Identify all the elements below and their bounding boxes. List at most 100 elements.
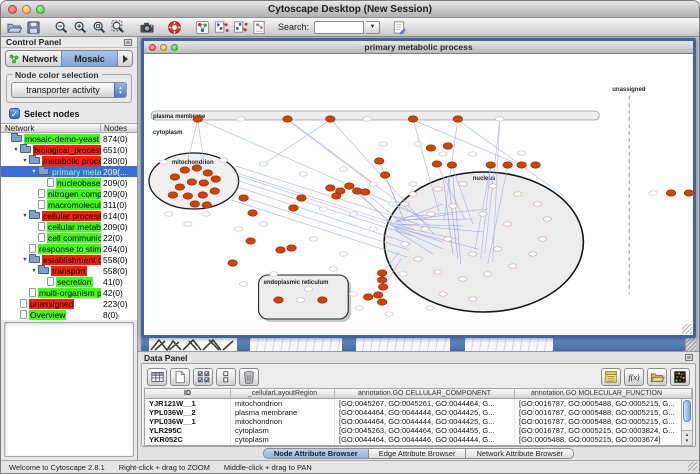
network-node[interactable] [198, 192, 208, 198]
expand-triangle-icon[interactable]: ▼ [21, 158, 29, 164]
resize-grip-icon[interactable] [682, 324, 692, 334]
close-window-icon[interactable] [8, 5, 17, 14]
network-node[interactable] [211, 176, 221, 182]
network-node[interactable] [332, 193, 342, 199]
float-panel-icon[interactable] [124, 39, 132, 46]
network-node[interactable] [380, 172, 390, 178]
node-color-select[interactable]: transporter activity ▲▼ [11, 82, 127, 98]
expand-triangle-icon[interactable]: ▼ [12, 147, 20, 153]
tab-edge-attribute-browser[interactable]: Edge Attribute Browser [369, 448, 467, 459]
zoom-selected-icon[interactable] [110, 19, 127, 35]
network-node[interactable] [486, 162, 496, 168]
behind-network-window[interactable] [356, 338, 450, 351]
tree-row-cellular-metabo[interactable]: cellular metabo209(0) [1, 221, 137, 232]
network-node[interactable] [326, 116, 336, 122]
tree-row-establishment-of-lo[interactable]: ▼establishment of lo558(0) [1, 254, 137, 265]
behind-network-window[interactable] [250, 338, 342, 351]
network-node[interactable] [246, 238, 256, 244]
unselect-all-attributes-icon[interactable] [216, 368, 236, 386]
network-node[interactable] [187, 179, 197, 185]
network-node[interactable] [287, 245, 297, 251]
network-node[interactable] [377, 277, 387, 283]
network-node[interactable] [283, 116, 293, 122]
minimize-view-icon[interactable] [160, 44, 167, 51]
network-node[interactable] [447, 162, 457, 168]
zoom-in-icon[interactable] [72, 19, 89, 35]
column-header[interactable]: annotation.GO CELLULAR_COMPONENT [335, 389, 515, 398]
layout-b-icon[interactable] [232, 19, 249, 35]
network-node[interactable] [377, 270, 387, 276]
network-node[interactable] [373, 292, 383, 298]
tree-row-multi-organism-pro[interactable]: multi-organism pro42(0) [1, 287, 137, 298]
network-node[interactable] [193, 116, 203, 122]
network-node[interactable] [377, 299, 387, 305]
network-node[interactable] [432, 161, 442, 167]
float-panel-icon[interactable] [685, 354, 693, 361]
network-node[interactable] [202, 202, 212, 208]
column-header[interactable]: annotation.GO MOLECULAR_FUNCTION [515, 389, 692, 398]
expand-triangle-icon[interactable]: ▼ [21, 213, 29, 219]
scrollbar-arrows[interactable]: ▲▼ [682, 430, 692, 445]
network-node[interactable] [248, 210, 258, 216]
network-node[interactable] [318, 297, 328, 303]
network-node[interactable] [175, 184, 185, 190]
network-node[interactable] [326, 185, 336, 191]
network-node[interactable] [276, 247, 286, 253]
network-window-titlebar[interactable]: primary metabolic process [144, 41, 693, 54]
zoom-view-icon[interactable] [171, 44, 178, 51]
network-node[interactable] [203, 170, 213, 176]
network-node[interactable] [531, 162, 541, 168]
tree-row-overview[interactable]: Overview8(0) [1, 309, 137, 320]
table-row[interactable]: YDR039C__1mitochondrion[GO:0044464, GO:0… [145, 444, 692, 446]
network-node[interactable] [183, 193, 193, 199]
network-node[interactable] [170, 174, 180, 180]
network-node[interactable] [192, 165, 202, 171]
network-column-header[interactable]: Network [1, 124, 101, 133]
select-nodes-checkbox[interactable] [9, 108, 20, 119]
tree-row-cellular-process[interactable]: ▼cellular process614(0) [1, 210, 137, 221]
open-file-icon[interactable] [6, 19, 23, 35]
network-node[interactable] [210, 188, 220, 194]
vizmapper-icon[interactable] [194, 19, 211, 35]
expand-triangle-icon[interactable]: ▼ [30, 268, 38, 274]
network-node[interactable] [168, 192, 178, 198]
network-canvas[interactable]: plasma membrane cytoplasm mitochondrion … [144, 54, 693, 335]
network-node[interactable] [666, 190, 676, 196]
network-node[interactable] [360, 189, 370, 195]
import-attributes-folder-icon[interactable] [647, 368, 667, 386]
tree-row-response-to-stimulu[interactable]: response to stimulu264(0) [1, 243, 137, 254]
zoom-out-icon[interactable] [53, 19, 70, 35]
select-all-attributes-icon[interactable] [193, 368, 213, 386]
network-node[interactable] [503, 162, 513, 168]
scrollbar-thumb[interactable] [683, 400, 691, 422]
search-config-icon[interactable] [391, 19, 408, 35]
tab-scroll-right[interactable] [118, 51, 132, 66]
select-attributes-icon[interactable] [147, 368, 167, 386]
zoom-window-icon[interactable] [36, 5, 45, 14]
network-node[interactable] [374, 158, 384, 164]
table-row[interactable]: YPL036W__1mitochondrion[GO:0044464, GO:0… [145, 417, 692, 426]
annotation-icon[interactable] [251, 19, 268, 35]
zoom-fit-icon[interactable] [91, 19, 108, 35]
plasma-membrane-region[interactable] [151, 111, 599, 120]
save-session-icon[interactable] [25, 19, 42, 35]
tree-row-nitrogen-compo[interactable]: nitrogen compo209(0) [1, 188, 137, 199]
help-lifesaver-icon[interactable] [166, 19, 183, 35]
resize-grip-icon[interactable] [688, 462, 697, 471]
behind-window-edge[interactable] [553, 338, 696, 351]
close-view-icon[interactable] [149, 44, 156, 51]
tree-row-transport[interactable]: ▼transport558(0) [1, 265, 137, 276]
network-node[interactable] [289, 205, 299, 211]
attribute-list-icon[interactable] [601, 368, 621, 386]
tree-row-cell-communicat[interactable]: cell communicat22(0) [1, 232, 137, 243]
network-node[interactable] [443, 143, 453, 149]
tree-row-nucleobase-[interactable]: nucleobase-209(0) [1, 177, 137, 188]
behind-window-edge[interactable] [141, 338, 149, 351]
network-node[interactable] [239, 195, 249, 201]
column-header[interactable]: _cellularLayoutRegion [231, 389, 335, 398]
network-node[interactable] [517, 162, 527, 168]
table-vertical-scrollbar[interactable]: ▲▼ [681, 399, 692, 445]
tab-network[interactable]: Network [6, 51, 62, 66]
table-row[interactable]: YKR052Ccytoplasm[GO:0044464, GO:0044446,… [145, 435, 692, 444]
table-row[interactable]: YJR121W__1mitochondrion[GO:0045267, GO:0… [145, 399, 692, 408]
